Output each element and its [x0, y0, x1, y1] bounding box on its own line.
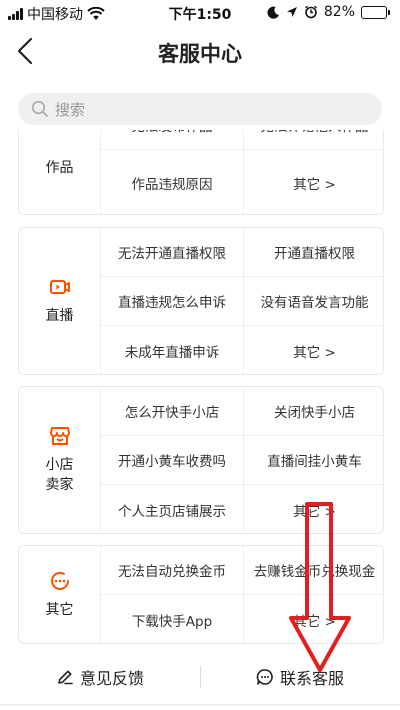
faq-item-more[interactable]: 其它 > [243, 595, 383, 643]
search-input[interactable]: 搜索 [18, 93, 382, 125]
faq-item[interactable]: 关闭快手小店 [243, 387, 383, 436]
faq-item[interactable]: 直播间挂小黄车 [243, 436, 383, 485]
faq-item[interactable]: 下载快手App [101, 595, 243, 643]
faq-item[interactable]: 直播违规怎么申诉 [101, 277, 243, 326]
category-label-live: 直播 [19, 228, 101, 374]
faq-item-more[interactable]: 其它 > [243, 150, 383, 214]
store-icon [49, 427, 70, 445]
faq-item[interactable]: 无法发布作品 [101, 130, 243, 150]
search-icon [31, 100, 48, 117]
more-circle-icon [50, 571, 69, 590]
faq-item[interactable]: 作品违规原因 [101, 150, 243, 214]
alarm-icon [304, 5, 317, 19]
bottom-bar: 意见反馈 联系客服 [0, 652, 400, 710]
category-label-other: 其它 [19, 546, 101, 643]
live-video-icon [49, 280, 70, 294]
category-card-works: 作品 无法发布作品 无法评论他人作品 作品违规原因 其它 > [18, 130, 384, 215]
battery-percent: 82% [323, 4, 355, 20]
faq-item[interactable]: 无法评论他人作品 [243, 130, 383, 150]
chat-icon [256, 669, 273, 685]
search-placeholder: 搜索 [55, 100, 86, 119]
faq-item[interactable]: 没有语音发言功能 [243, 277, 383, 326]
faq-item[interactable]: 去赚钱金币兑换现金 [243, 546, 383, 595]
location-icon [286, 6, 297, 17]
status-bar: 中国移动 下午1:50 82% [0, 0, 400, 26]
category-label-works: 作品 [19, 130, 101, 214]
category-card-store: 小店 卖家 怎么开快手小店 关闭快手小店 开通小黄车收费吗 直播间挂小黄车 个人… [18, 386, 384, 534]
edit-icon [58, 670, 73, 685]
contact-service-label: 联系客服 [279, 669, 344, 688]
moon-icon [267, 6, 279, 19]
faq-item[interactable]: 无法自动兑换金币 [101, 546, 243, 595]
faq-item[interactable]: 个人主页店铺展示 [101, 485, 243, 533]
feedback-button[interactable]: 意见反馈 [0, 652, 200, 702]
faq-item[interactable]: 无法开通直播权限 [101, 228, 243, 277]
faq-item-more[interactable]: 其它 > [243, 326, 383, 374]
home-indicator [0, 704, 400, 706]
nav-bar: 客服中心 [0, 28, 400, 74]
category-label-store: 小店 卖家 [19, 387, 101, 533]
category-card-live: 直播 无法开通直播权限 开通直播权限 直播违规怎么申诉 没有语音发言功能 未成年… [18, 227, 384, 375]
category-card-other: 其它 无法自动兑换金币 去赚钱金币兑换现金 下载快手App 其它 > [18, 545, 384, 644]
page-title: 客服中心 [158, 42, 242, 66]
battery-icon [361, 5, 390, 19]
faq-item-more[interactable]: 其它 > [243, 485, 383, 533]
faq-item[interactable]: 怎么开快手小店 [101, 387, 243, 436]
category-list[interactable]: 作品 无法发布作品 无法评论他人作品 作品违规原因 其它 > 直播 无法开通直播… [0, 130, 400, 652]
feedback-label: 意见反馈 [79, 669, 144, 688]
faq-item[interactable]: 未成年直播申诉 [101, 326, 243, 374]
faq-item[interactable]: 开通直播权限 [243, 228, 383, 277]
faq-item[interactable]: 开通小黄车收费吗 [101, 436, 243, 485]
contact-service-button[interactable]: 联系客服 [200, 652, 400, 702]
